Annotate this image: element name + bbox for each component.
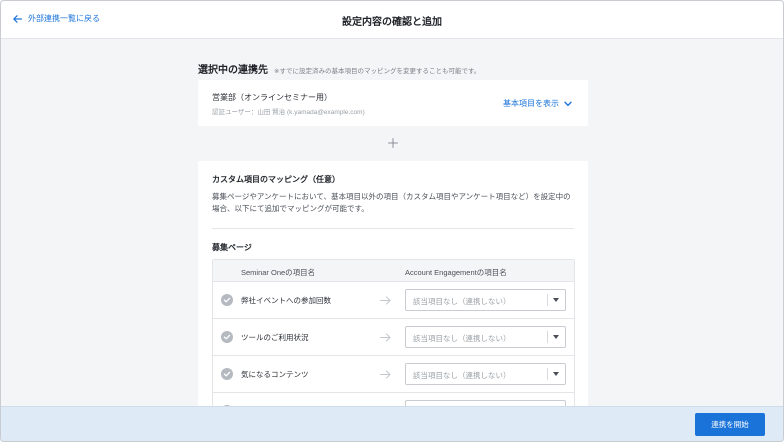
custom-mapping-title: カスタム項目のマッピング（任意） bbox=[212, 175, 340, 184]
start-integration-button[interactable]: 連携を開始 bbox=[695, 413, 765, 436]
caret-down-icon bbox=[553, 335, 559, 339]
app-window: 外部連携一覧に戻る 設定内容の確認と追加 選択中の連携先 ※すでに設定済みの基本… bbox=[0, 0, 784, 442]
connection-user: 認証ユーザー：山田 賢治 (k.yamada@example.com) bbox=[212, 109, 365, 116]
check-circle-icon bbox=[221, 294, 233, 306]
selected-connection-heading: 選択中の連携先 ※すでに設定済みの基本項目のマッピングを変更することも可能です。 bbox=[198, 61, 480, 76]
arrow-right-icon bbox=[380, 296, 391, 305]
select-value: 該当項目なし（連携しない） bbox=[413, 371, 511, 380]
footer-bar: 連携を開始 bbox=[1, 406, 783, 441]
scroll-content[interactable]: 選択中の連携先 ※すでに設定済みの基本項目のマッピングを変更することも可能です。… bbox=[1, 39, 783, 406]
row-field-name: ツールのご利用状況 bbox=[241, 333, 309, 342]
table-row: 弊社イベントへの参加回数 該当項目なし（連携しない） bbox=[213, 282, 574, 319]
row-field-name: 弊社イベントへの参加回数 bbox=[241, 296, 331, 305]
custom-mapping-card: カスタム項目のマッピング（任意） 募集ページやアンケートにおいて、基本項目以外の… bbox=[198, 161, 588, 406]
show-basic-items-toggle[interactable]: 基本項目を表示 bbox=[503, 98, 572, 109]
selected-connection-note: ※すでに設定済みの基本項目のマッピングを変更することも可能です。 bbox=[274, 68, 481, 75]
connection-name: 営業部（オンラインセミナー用） bbox=[212, 93, 332, 102]
column-header-target: Account Engagementの項目名 bbox=[405, 268, 507, 277]
connection-card: 営業部（オンラインセミナー用） 認証ユーザー：山田 賢治 (k.yamada@e… bbox=[198, 80, 588, 126]
show-basic-items-label: 基本項目を表示 bbox=[503, 99, 559, 108]
select-separator bbox=[547, 331, 548, 343]
select-value: 該当項目なし（連携しない） bbox=[413, 297, 511, 306]
mapping-table-header: Seminar Oneの項目名 Account Engagementの項目名 bbox=[213, 260, 574, 282]
divider bbox=[212, 228, 574, 229]
select-separator bbox=[547, 368, 548, 380]
target-field-select[interactable]: 該当項目なし（連携しない） bbox=[405, 289, 566, 311]
caret-down-icon bbox=[553, 372, 559, 376]
column-header-source: Seminar Oneの項目名 bbox=[241, 268, 316, 277]
arrow-right-icon bbox=[380, 370, 391, 379]
select-value: 該当項目なし（連携しない） bbox=[413, 334, 511, 343]
chevron-down-icon bbox=[564, 101, 572, 106]
table-row: 気になるコンテンツ 該当項目なし（連携しない） bbox=[213, 356, 574, 393]
caret-down-icon bbox=[553, 298, 559, 302]
select-separator bbox=[547, 294, 548, 306]
table-row: ツールのご利用状況 該当項目なし（連携しない） bbox=[213, 319, 574, 356]
target-field-select[interactable]: 該当項目なし（連携しない） bbox=[405, 326, 566, 348]
page-title: 設定内容の確認と追加 bbox=[342, 17, 442, 28]
table-row bbox=[213, 393, 574, 406]
plus-icon bbox=[388, 138, 398, 148]
recruitment-page-subtitle: 募集ページ bbox=[212, 243, 252, 252]
target-field-select[interactable]: 該当項目なし（連携しない） bbox=[405, 363, 566, 385]
check-circle-icon bbox=[221, 368, 233, 380]
mapping-table: Seminar Oneの項目名 Account Engagementの項目名 弊… bbox=[212, 259, 575, 406]
check-circle-icon bbox=[221, 331, 233, 343]
selected-connection-title: 選択中の連携先 bbox=[198, 65, 268, 76]
top-header: 外部連携一覧に戻る 設定内容の確認と追加 bbox=[1, 1, 783, 39]
arrow-right-icon bbox=[380, 333, 391, 342]
row-field-name: 気になるコンテンツ bbox=[241, 370, 309, 379]
custom-mapping-description: 募集ページやアンケートにおいて、基本項目以外の項目（カスタム項目やアンケート項目… bbox=[212, 192, 571, 213]
